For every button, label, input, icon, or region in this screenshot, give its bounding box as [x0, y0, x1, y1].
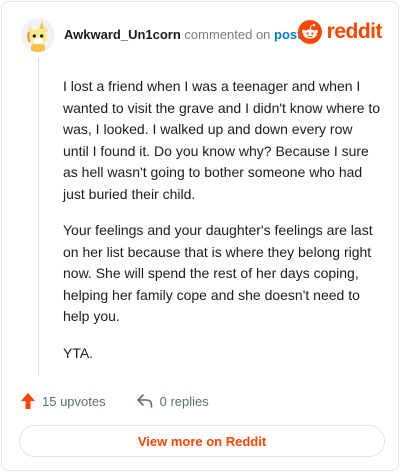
unicorn-avatar-icon — [21, 18, 55, 52]
comment-body: I lost a friend when I was a teenager an… — [63, 76, 381, 379]
reddit-snoo-icon — [297, 20, 322, 44]
comment-attribution: Awkward_Un1corn commented on post — [64, 26, 302, 44]
comment-paragraph: I lost a friend when I was a teenager an… — [63, 78, 381, 202]
upvote-arrow-icon — [21, 393, 35, 409]
upvote-count: 15 upvotes — [42, 393, 106, 409]
reply-stat[interactable]: 0 replies — [136, 393, 209, 409]
username-link[interactable]: Awkward_Un1corn — [64, 27, 181, 42]
comment-paragraph: Your feelings and your daughter's feelin… — [63, 222, 373, 324]
reddit-logo[interactable]: reddit — [297, 20, 383, 44]
reply-count: 0 replies — [159, 393, 209, 409]
comment-header: Awkward_Un1corn commented on post reddit — [21, 16, 383, 54]
upvote-stat[interactable]: 15 upvotes — [20, 392, 106, 410]
reddit-wordmark: reddit — [326, 20, 383, 43]
comment-footer: 15 upvotes 0 replies — [20, 390, 209, 412]
reply-arrow-icon — [136, 394, 152, 408]
comment-paragraph: YTA. — [63, 344, 94, 361]
view-more-button[interactable]: View more on Reddit — [19, 425, 385, 457]
embedded-comment-card: Awkward_Un1corn commented on post reddit… — [1, 1, 399, 471]
action-text: commented on — [184, 27, 271, 42]
user-avatar[interactable] — [21, 18, 55, 52]
thread-line — [38, 58, 39, 376]
